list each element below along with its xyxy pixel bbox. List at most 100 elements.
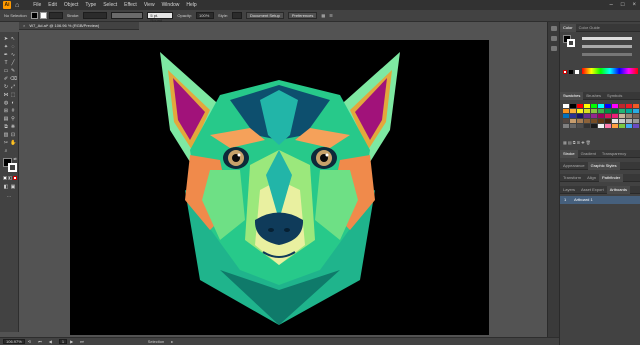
- menu-view[interactable]: View: [144, 2, 155, 8]
- first-artboard-icon[interactable]: ⏮: [38, 339, 42, 344]
- color-swatch[interactable]: [563, 124, 569, 128]
- live-paint-tool-icon[interactable]: ◐: [10, 100, 16, 106]
- color-swatch[interactable]: [584, 124, 590, 128]
- direct-selection-tool-icon[interactable]: ↖: [10, 36, 16, 42]
- shaper-tool-icon[interactable]: ✐: [3, 76, 9, 82]
- preferences-button[interactable]: Preferences: [287, 12, 318, 19]
- tab-symbols[interactable]: Symbols: [604, 92, 625, 100]
- color-swatch[interactable]: [633, 119, 639, 123]
- symbol-sprayer-tool-icon[interactable]: ❋: [10, 124, 16, 130]
- arrange-icon[interactable]: ▦: [321, 13, 325, 18]
- color-swatch[interactable]: [598, 109, 604, 113]
- draw-normal-icon[interactable]: ◧: [3, 184, 9, 190]
- free-transform-tool-icon[interactable]: ⬚: [10, 92, 16, 98]
- next-artboard-icon[interactable]: ▶: [70, 339, 73, 344]
- tab-transform[interactable]: Transform: [560, 174, 584, 182]
- rectangle-tool-icon[interactable]: ▭: [3, 68, 9, 74]
- gradient-mode-icon[interactable]: [8, 176, 12, 180]
- line-tool-icon[interactable]: ╱: [10, 60, 16, 66]
- minimize-button[interactable]: –: [610, 2, 613, 8]
- last-artboard-icon[interactable]: ⏭: [80, 339, 84, 344]
- color-swatch[interactable]: [577, 124, 583, 128]
- color-swatch[interactable]: [570, 119, 576, 123]
- width-tool-icon[interactable]: ⋈: [3, 92, 9, 98]
- color-swatch[interactable]: [633, 104, 639, 108]
- eraser-tool-icon[interactable]: ⌫: [10, 76, 17, 82]
- color-swatch[interactable]: [570, 114, 576, 118]
- color-swatch[interactable]: [605, 119, 611, 123]
- color-swatch[interactable]: [563, 109, 569, 113]
- color-swatch[interactable]: [591, 109, 597, 113]
- zoom-tool-icon[interactable]: ⌕: [3, 148, 9, 154]
- color-swatch[interactable]: [605, 104, 611, 108]
- color-swatch[interactable]: [598, 124, 604, 128]
- menu-object[interactable]: Object: [64, 2, 78, 8]
- color-swatch[interactable]: [619, 104, 625, 108]
- color-swatch[interactable]: [584, 114, 590, 118]
- status-arrow-icon[interactable]: ▸: [171, 339, 173, 344]
- variable-width-profile[interactable]: [111, 12, 144, 19]
- color-swatch[interactable]: [612, 114, 618, 118]
- color-slider-3[interactable]: [582, 53, 632, 56]
- color-swatch[interactable]: [577, 104, 583, 108]
- color-mode-icon[interactable]: [3, 176, 7, 180]
- color-swatch[interactable]: [570, 104, 576, 108]
- color-swatch[interactable]: [619, 124, 625, 128]
- hand-tool-icon[interactable]: ✋: [10, 140, 16, 146]
- color-swatch[interactable]: [570, 124, 576, 128]
- close-tab-icon[interactable]: ×: [23, 23, 25, 28]
- tab-stroke[interactable]: Stroke: [560, 149, 578, 158]
- color-swatch[interactable]: [584, 104, 590, 108]
- tab-align[interactable]: Align: [584, 174, 599, 182]
- maximize-button[interactable]: □: [621, 2, 625, 8]
- color-swatch[interactable]: [563, 114, 569, 118]
- style-dropdown[interactable]: [232, 12, 243, 19]
- tab-asset-export[interactable]: Asset Export: [578, 186, 607, 194]
- color-swatch[interactable]: [626, 104, 632, 108]
- fill-swatch[interactable]: [30, 12, 38, 19]
- properties-panel-icon[interactable]: [551, 26, 557, 31]
- document-tab[interactable]: × W7_Ad.ai* @ 106.96 % (RGB/Preview): [19, 22, 139, 30]
- menu-select[interactable]: Select: [103, 2, 117, 8]
- menu-file[interactable]: File: [33, 2, 41, 8]
- color-swatch[interactable]: [563, 104, 569, 108]
- swatch-footer-icons[interactable]: ▦ ▤ ⧉ ⊞ ✚ 🗑: [563, 140, 591, 145]
- color-swatch[interactable]: [612, 119, 618, 123]
- mesh-tool-icon[interactable]: #: [10, 108, 16, 114]
- brush-dropdown[interactable]: 5 pt. Round: [147, 12, 174, 23]
- color-swatch[interactable]: [612, 109, 618, 113]
- blend-tool-icon[interactable]: ⧉: [3, 124, 9, 130]
- color-spectrum[interactable]: [582, 68, 638, 74]
- color-swatch[interactable]: [605, 109, 611, 113]
- close-window-button[interactable]: ×: [632, 2, 636, 8]
- opacity-input[interactable]: 100%: [196, 12, 215, 19]
- color-swatch[interactable]: [612, 124, 618, 128]
- color-swatch[interactable]: [598, 104, 604, 108]
- tab-pathfinder[interactable]: Pathfinder: [598, 173, 624, 182]
- selection-tool-icon[interactable]: ➤: [3, 36, 9, 42]
- tab-appearance[interactable]: Appearance: [560, 162, 588, 170]
- color-swatch[interactable]: [633, 114, 639, 118]
- color-swatch[interactable]: [591, 119, 597, 123]
- screen-mode-icon[interactable]: ▣: [10, 184, 16, 190]
- color-swatch[interactable]: [584, 119, 590, 123]
- none-mode-icon[interactable]: [13, 176, 17, 180]
- tab-brushes[interactable]: Brushes: [583, 92, 604, 100]
- tab-transparency[interactable]: Transparency: [599, 150, 629, 158]
- type-tool-icon[interactable]: T: [3, 60, 9, 66]
- color-black-icon[interactable]: [569, 70, 573, 74]
- color-swatch[interactable]: [626, 119, 632, 123]
- rotate-view-icon[interactable]: ⟲: [28, 339, 31, 344]
- stroke-weight-input[interactable]: [83, 12, 108, 19]
- color-swatch[interactable]: [577, 114, 583, 118]
- color-swatch[interactable]: [598, 119, 604, 123]
- pen-tool-icon[interactable]: ✒: [3, 52, 9, 58]
- tab-gradient[interactable]: Gradient: [578, 150, 599, 158]
- color-swatch[interactable]: [619, 109, 625, 113]
- menu-type[interactable]: Type: [85, 2, 96, 8]
- tab-color-guide[interactable]: Color Guide: [576, 24, 603, 32]
- color-none-icon[interactable]: [563, 70, 567, 74]
- edit-toolbar-icon[interactable]: ⋯: [6, 194, 12, 200]
- perspective-grid-tool-icon[interactable]: ⊞: [3, 108, 9, 114]
- tab-swatches[interactable]: Swatches: [560, 91, 584, 100]
